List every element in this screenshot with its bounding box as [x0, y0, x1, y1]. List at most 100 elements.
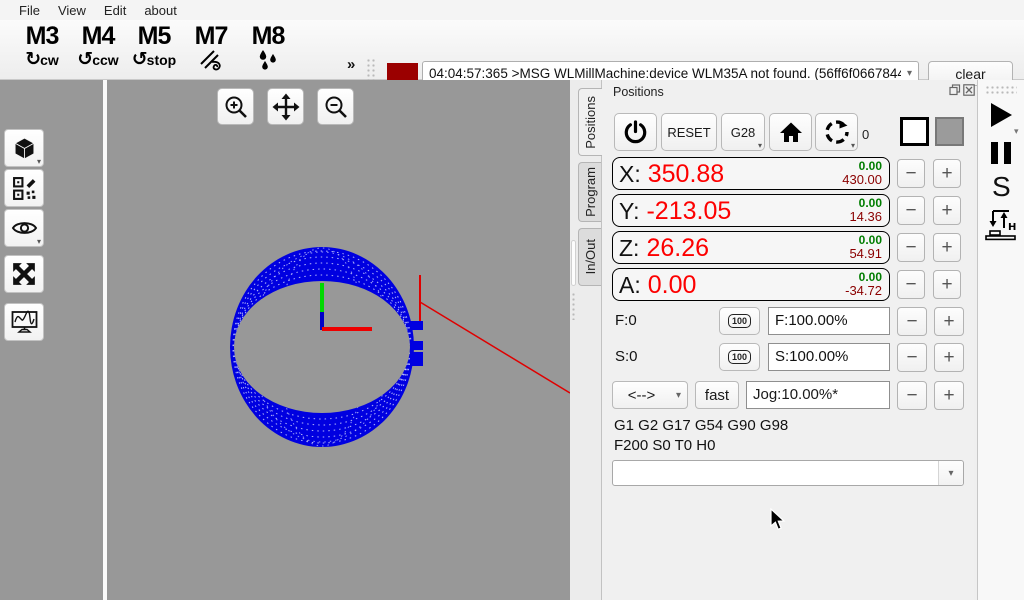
- toolpath-viewport[interactable]: [107, 80, 570, 600]
- reset-button[interactable]: RESET: [661, 113, 717, 151]
- visibility-button[interactable]: ▾: [4, 209, 44, 247]
- axis-a-plus-button[interactable]: +: [933, 270, 961, 299]
- m5-label: M5: [137, 22, 172, 50]
- home-button[interactable]: [769, 113, 812, 151]
- feed-reset-100-button[interactable]: 100: [719, 307, 760, 335]
- axis-readout-a[interactable]: A: 0.00 0.00 -34.72: [612, 268, 890, 301]
- sidebar-drag-handle[interactable]: [985, 85, 1017, 94]
- power-button[interactable]: [614, 113, 657, 151]
- chevron-down-icon: ▾: [906, 68, 912, 79]
- splitter-handle-dots[interactable]: [571, 292, 577, 320]
- axis-x-minus-button[interactable]: −: [897, 159, 925, 188]
- m7-label: M7: [194, 22, 229, 50]
- white-state-swatch[interactable]: [900, 117, 929, 146]
- toolbar-drag-handle[interactable]: [366, 58, 375, 82]
- power-icon: [624, 119, 647, 143]
- g28-home-button[interactable]: G28 ▾: [721, 113, 765, 151]
- qr-edit-icon: [12, 176, 35, 200]
- toolpath-ring: [230, 247, 414, 447]
- tab-program[interactable]: Program: [578, 162, 601, 222]
- pause-program-button[interactable]: [991, 142, 1011, 164]
- chevron-down-icon: ▾: [1014, 126, 1019, 136]
- float-panel-button[interactable]: [949, 84, 962, 97]
- toolpath-tick: [410, 321, 423, 330]
- zoom-in-button[interactable]: [217, 88, 254, 125]
- close-panel-button[interactable]: [963, 84, 976, 97]
- cube-icon: [13, 137, 35, 160]
- zoom-out-button[interactable]: [317, 88, 354, 125]
- axis-z-minus-button[interactable]: −: [897, 233, 925, 262]
- splitter-thumb[interactable]: [571, 240, 576, 286]
- monitor-signal-button[interactable]: [4, 303, 44, 341]
- m5-spindle-stop-button[interactable]: M5 ↺ stop: [126, 23, 182, 71]
- axis-z-plus-button[interactable]: +: [933, 233, 961, 262]
- edit-program-button[interactable]: [4, 169, 44, 207]
- gray-state-swatch[interactable]: [935, 117, 964, 146]
- chevron-down-icon: ▾: [36, 237, 41, 246]
- close-icon: [963, 84, 975, 96]
- rotate-cw-icon: [824, 120, 849, 144]
- feed-minus-button[interactable]: −: [897, 307, 927, 336]
- axis-marker-y-green: [320, 283, 324, 312]
- m8-coolant-button[interactable]: M8: [240, 23, 296, 71]
- m4-spindle-ccw-button[interactable]: M4 ↺ ccw: [70, 23, 126, 71]
- coolant-drops-icon: [259, 50, 276, 70]
- axis-x-label: X:: [619, 160, 641, 187]
- rotate-counter-button[interactable]: ▾: [815, 113, 858, 151]
- axis-x-plus-button[interactable]: +: [933, 159, 961, 188]
- feed-actual-label: F:0: [615, 312, 637, 329]
- axis-y-value: -213.05: [646, 196, 732, 225]
- feed-override-field[interactable]: F:100.00%: [768, 307, 890, 335]
- feed-plus-button[interactable]: +: [934, 307, 964, 336]
- run-program-button[interactable]: [991, 103, 1012, 127]
- axis-y-plus-button[interactable]: +: [933, 196, 961, 225]
- tab-positions[interactable]: Positions: [578, 88, 602, 156]
- stop-program-button[interactable]: S: [992, 172, 1011, 202]
- probe-tool-height-button[interactable]: H: [984, 208, 1018, 242]
- menu-about[interactable]: about: [135, 3, 186, 18]
- menu-file[interactable]: File: [10, 3, 49, 18]
- ccw-arrow-icon: ↺: [77, 49, 94, 70]
- toolbar-overflow-chevron[interactable]: »: [347, 56, 355, 73]
- axis-readout-x[interactable]: X: 350.88 0.00 430.00: [612, 157, 890, 190]
- pan-view-button[interactable]: [267, 88, 304, 125]
- message-log-text: 04:04:57:365 >MSG WLMillMachine:device W…: [429, 66, 901, 81]
- jog-direction-dropdown[interactable]: <--> ▾: [612, 381, 688, 409]
- chevron-down-icon: ▾: [36, 157, 41, 166]
- mdi-command-combobox[interactable]: ▾: [612, 460, 964, 486]
- air-blast-icon: [200, 50, 221, 71]
- axis-z-value: 26.26: [646, 233, 710, 262]
- menu-view[interactable]: View: [49, 3, 95, 18]
- dock-tabstrip: Positions Program In/Out: [578, 80, 602, 600]
- chevron-down-icon: ▾: [850, 141, 855, 150]
- spindle-plus-button[interactable]: +: [934, 343, 964, 372]
- view-3d-cube-button[interactable]: ▾: [4, 129, 44, 167]
- pan-arrows-icon: [272, 93, 299, 120]
- jog-step-field[interactable]: Jog:10.00%*: [746, 381, 890, 409]
- toolpath-render: [230, 247, 570, 447]
- menu-edit[interactable]: Edit: [95, 3, 135, 18]
- spindle-override-field[interactable]: S:100.00%: [768, 343, 890, 371]
- axis-a-minus-button[interactable]: −: [897, 270, 925, 299]
- menu-bar: File View Edit about: [0, 0, 1024, 20]
- chevron-down-icon: ▾: [757, 141, 762, 150]
- tool-height-probe-icon: H: [985, 210, 1016, 241]
- status-indicator-light: [387, 63, 418, 80]
- panel-splitter[interactable]: [570, 80, 578, 600]
- spindle-minus-button[interactable]: −: [897, 343, 927, 372]
- axis-y-minus-button[interactable]: −: [897, 196, 925, 225]
- fit-view-button[interactable]: [4, 255, 44, 293]
- m7-mist-button[interactable]: M7: [183, 23, 239, 71]
- axis-x-limit: 430.00: [842, 172, 882, 187]
- axis-z-limit: 54.91: [849, 246, 882, 261]
- spindle-reset-100-button[interactable]: 100: [719, 343, 760, 371]
- tab-inout[interactable]: In/Out: [578, 228, 601, 286]
- m3-spindle-cw-button[interactable]: M3 ↻ cw: [14, 23, 70, 71]
- axis-x-value: 350.88: [647, 159, 725, 188]
- axis-readout-y[interactable]: Y: -213.05 0.00 14.36: [612, 194, 890, 227]
- jog-minus-button[interactable]: −: [897, 381, 927, 410]
- svg-text:H: H: [1008, 222, 1016, 233]
- jog-plus-button[interactable]: +: [934, 381, 964, 410]
- axis-readout-z[interactable]: Z: 26.26 0.00 54.91: [612, 231, 890, 264]
- jog-fast-button[interactable]: fast: [695, 381, 739, 409]
